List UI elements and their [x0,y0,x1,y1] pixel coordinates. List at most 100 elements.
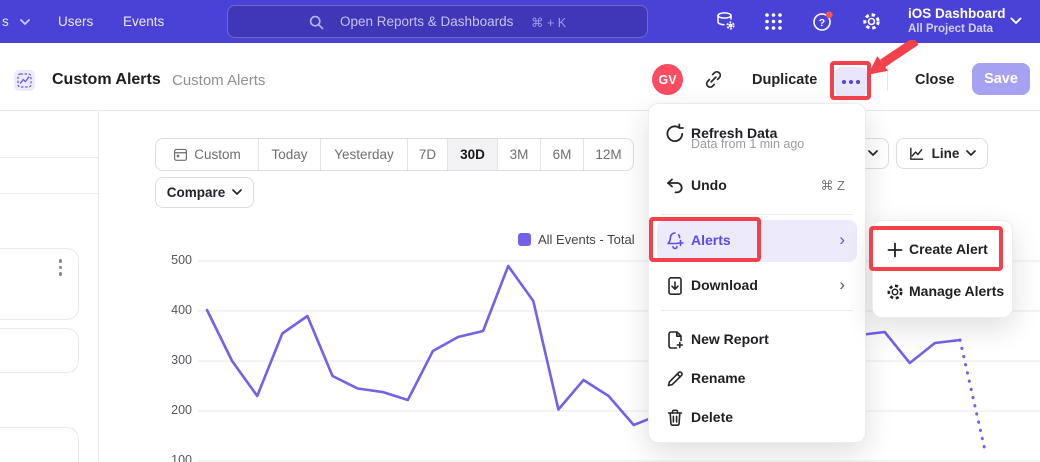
menu-item-label: New Report [691,331,769,347]
compare-button[interactable]: Compare [155,177,254,208]
legend-swatch [518,233,531,246]
breadcrumb: Custom Alerts [172,72,265,89]
page-title: Custom Alerts [52,71,161,89]
settings-gear-icon[interactable] [860,10,883,33]
chevron-down-icon [966,150,976,157]
data-management-icon[interactable] [714,10,737,33]
alerts-submenu: Create Alert Manage Alerts [872,220,1013,318]
date-range-custom[interactable]: Custom [156,139,259,170]
menu-divider [661,214,853,215]
submenu-item-label: Manage Alerts [909,283,1004,299]
more-options-button[interactable] [835,67,867,97]
kebab-menu-icon[interactable] [59,259,63,276]
chart-legend[interactable]: All Events - Total [518,232,635,247]
undo-icon [664,175,686,197]
sidebar-card[interactable] [0,328,79,373]
nav-item-truncated[interactable]: s [2,14,30,29]
apps-grid-icon[interactable] [762,10,785,33]
sidebar-row-divider [0,193,98,194]
duplicate-button[interactable]: Duplicate [752,72,817,88]
share-link-icon[interactable] [703,69,724,90]
avatar[interactable]: GV [652,64,683,95]
date-range-3m[interactable]: 3M [498,139,541,170]
top-nav: s Users Events Open Reports & Dashboards… [0,0,1040,43]
submenu-item-manage-alerts[interactable]: Manage Alerts [879,272,1006,312]
compare-label: Compare [167,185,226,200]
more-options-menu: Refresh Data Data from 1 min ago Undo ⌘ … [648,103,866,443]
menu-item-new-report[interactable]: New Report [657,320,857,360]
chart-type-label: Line [932,146,960,161]
bell-plus-icon [664,230,686,252]
plus-icon [885,240,905,260]
menu-item-label: Delete [691,409,733,425]
chevron-down-icon [868,150,878,157]
submenu-item-create-alert[interactable]: Create Alert [879,230,1006,270]
line-chart-icon [908,145,925,162]
menu-item-alerts[interactable]: Alerts › [657,220,857,262]
menu-item-download[interactable]: Download › [657,266,857,306]
close-button[interactable]: Close [915,72,955,88]
download-icon [664,275,686,297]
save-button[interactable]: Save [972,63,1030,95]
date-range-12m[interactable]: 12M [584,139,633,170]
new-report-icon [664,329,686,351]
date-range-label: 7D [419,147,436,162]
date-range-label: 6M [553,147,572,162]
date-range-control: Custom Today Yesterday 7D 30D 3M 6M 12M [155,138,634,171]
nav-item-truncated-label: s [2,14,9,29]
refresh-icon [664,123,686,145]
search-shortcut: ⌘ + K [531,15,566,30]
app-window: s Users Events Open Reports & Dashboards… [0,0,1040,462]
svg-text:?: ? [819,17,825,29]
menu-item-delete[interactable]: Delete [657,398,857,438]
chevron-right-icon: › [839,229,845,251]
project-selector-scope: All Project Data [908,23,993,35]
date-range-label: 30D [460,147,485,162]
global-search[interactable]: Open Reports & Dashboards ⌘ + K [227,5,648,38]
date-range-6m[interactable]: 6M [541,139,584,170]
project-selector-name[interactable]: iOS Dashboard [908,6,1006,21]
sidebar-card[interactable] [0,248,79,320]
menu-item-label: Undo [691,177,727,193]
chart-line-dotted [960,340,985,451]
sidebar-card[interactable] [0,427,79,462]
nav-item-events[interactable]: Events [123,14,164,29]
chevron-down-icon [20,19,30,26]
nav-item-users[interactable]: Users [58,14,93,29]
date-range-today[interactable]: Today [259,139,321,170]
y-tick-label: 100 [152,453,192,462]
pencil-icon [664,368,686,390]
date-range-label: Today [271,147,307,162]
date-range-label: 3M [510,147,529,162]
y-tick-label: 300 [152,353,192,367]
menu-item-undo[interactable]: Undo ⌘ Z [657,166,857,206]
date-range-30d-selected[interactable]: 30D [448,139,498,170]
date-range-7d[interactable]: 7D [408,139,448,170]
legend-label: All Events - Total [538,232,635,247]
y-tick-label: 400 [152,303,192,317]
report-icon [14,70,35,91]
sidebar-row-divider [0,157,98,158]
chart-type-button[interactable]: Line [896,138,988,169]
chevron-right-icon: › [839,274,845,296]
submenu-item-label: Create Alert [909,241,988,257]
search-icon [308,14,325,31]
date-range-yesterday[interactable]: Yesterday [321,139,408,170]
menu-item-label: Alerts [691,232,731,248]
search-placeholder: Open Reports & Dashboards [340,14,513,29]
chevron-down-icon [232,189,242,196]
gear-icon [885,282,905,302]
header-divider [887,61,888,91]
y-tick-label: 500 [152,253,192,267]
undo-shortcut: ⌘ Z [820,178,845,194]
date-range-label: Yesterday [334,147,394,162]
help-icon[interactable]: ? [811,10,834,33]
y-tick-label: 200 [152,403,192,417]
chevron-down-icon[interactable] [1010,17,1022,25]
calendar-icon [173,147,188,162]
report-header: Custom Alerts Custom Alerts GV Duplicate… [0,43,1040,111]
trash-icon [664,407,686,429]
date-range-label: Custom [194,147,241,162]
menu-item-rename[interactable]: Rename [657,359,857,399]
notification-dot [826,11,833,18]
